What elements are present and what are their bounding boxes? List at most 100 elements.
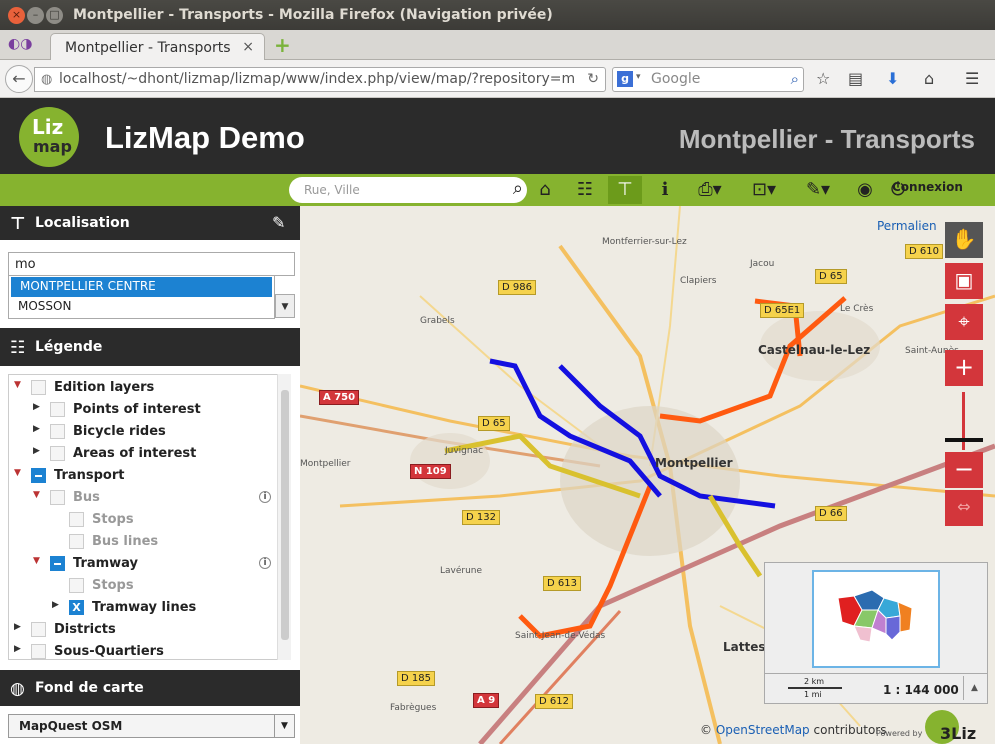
url-bar[interactable]: ◍ localhost/~dhont/lizmap/lizmap/www/ind…	[34, 67, 606, 92]
project-title: Montpellier - Transports	[678, 124, 975, 154]
window-close-button[interactable]: ×	[8, 7, 25, 24]
window-maximize-button[interactable]: □	[46, 7, 63, 24]
expand-arrow-icon[interactable]: ▼	[33, 490, 40, 500]
map-city-label: Montpellier	[655, 456, 733, 470]
expand-arrow-icon[interactable]: ▶	[33, 446, 40, 456]
downloads-icon[interactable]: ⬇	[886, 69, 899, 88]
osm-link[interactable]: OpenStreetMap	[716, 723, 810, 737]
print-icon[interactable]: ⎙▾	[688, 176, 732, 204]
google-icon: g	[617, 71, 633, 87]
road-label: D 185	[397, 671, 435, 686]
login-link[interactable]: Connexion	[892, 180, 963, 194]
expand-arrow-icon[interactable]: ▶	[52, 600, 59, 610]
search-icon[interactable]: ⌕	[513, 178, 523, 199]
road-label: D 613	[543, 576, 581, 591]
legend-scrollbar[interactable]	[277, 374, 291, 660]
scale-mi: 1 mi	[804, 690, 822, 699]
layer-checkbox[interactable]	[50, 424, 65, 439]
browser-tab[interactable]: Montpellier - Transports ×	[50, 33, 265, 61]
info-icon[interactable]: i	[259, 557, 271, 569]
dropdown-caret-icon[interactable]: ▼	[274, 715, 294, 737]
overview-district	[885, 615, 901, 641]
map-place-label: Saint-Jean-de-Védas	[515, 631, 606, 641]
zoom-box-icon[interactable]: ▣	[945, 263, 983, 299]
road-label: D 65E1	[760, 303, 805, 318]
legend-item-label: Districts	[54, 622, 116, 637]
edit-pencil-icon[interactable]: ✎▾	[796, 176, 840, 204]
road-label: D 65	[478, 416, 510, 431]
layer-checkbox[interactable]	[69, 578, 84, 593]
legend-item-label: Tramway	[73, 556, 139, 571]
window-minimize-button[interactable]: –	[27, 7, 44, 24]
reading-list-icon[interactable]: ▤	[848, 69, 863, 88]
layer-checkbox[interactable]	[31, 380, 46, 395]
localisation-input[interactable]: mo	[8, 252, 295, 276]
layer-checkbox[interactable]	[50, 446, 65, 461]
address-search-input[interactable]: Rue, Ville ⌕	[289, 177, 527, 203]
pan-arrows-icon[interactable]: ⇔	[945, 490, 983, 526]
reload-icon[interactable]: ↻	[587, 71, 599, 87]
expand-arrow-icon[interactable]: ▼	[33, 556, 40, 566]
overview-toggle-icon[interactable]: ▲	[963, 676, 985, 700]
threeliz-brand: 3Liz	[940, 724, 977, 743]
zoom-in-button[interactable]: +	[945, 350, 983, 386]
search-engine-caret-icon[interactable]: ▾	[636, 72, 641, 82]
dropdown-caret-icon[interactable]: ▼	[275, 294, 295, 318]
expand-arrow-icon[interactable]: ▶	[14, 644, 21, 654]
expand-arrow-icon[interactable]: ▼	[14, 380, 21, 390]
expand-arrow-icon[interactable]: ▶	[33, 402, 40, 412]
localisation-signpost-icon[interactable]: ⊤	[608, 176, 642, 204]
layer-checkbox[interactable]	[50, 402, 65, 417]
scrollbar-thumb[interactable]	[281, 390, 289, 640]
geolocate-crosshair-icon[interactable]: ⌖	[945, 304, 983, 340]
map-place-label: Jacou	[750, 259, 775, 269]
road-label: A 9	[473, 693, 500, 708]
permalink-link[interactable]: Permalien	[877, 219, 937, 233]
layer-checkbox[interactable]	[69, 512, 84, 527]
map-city-label: Castelnau-le-Lez	[758, 343, 871, 357]
erase-icon[interactable]: ✎	[272, 213, 285, 232]
zoom-out-button[interactable]: −	[945, 452, 983, 488]
legend-list-icon[interactable]: ☷	[568, 176, 602, 204]
private-browsing-icon: ◐◑	[8, 36, 33, 52]
map-place-label: Fabrègues	[390, 703, 437, 713]
expand-arrow-icon[interactable]: ▶	[14, 622, 21, 632]
new-tab-icon[interactable]: +	[274, 33, 291, 57]
basemap-panel-header: ◍ Fond de carte	[0, 670, 300, 706]
localisation-option[interactable]: MOSSON	[9, 297, 274, 317]
legend-item-label: Bus	[73, 490, 100, 505]
layer-checkbox[interactable]	[31, 622, 46, 637]
menu-icon[interactable]: ☰	[965, 69, 979, 88]
browser-search-input[interactable]: g ▾ Google ⌕	[612, 67, 804, 92]
road-label: D 986	[498, 280, 536, 295]
layer-checkbox[interactable]	[50, 556, 65, 571]
expand-arrow-icon[interactable]: ▶	[33, 424, 40, 434]
legend-panel-header: ☷ Légende	[0, 328, 300, 366]
info-icon[interactable]: i	[259, 491, 271, 503]
layer-checkbox[interactable]: X	[69, 600, 84, 615]
home-icon[interactable]: ⌂	[924, 69, 934, 88]
measure-icon[interactable]: ⊡▾	[742, 176, 786, 204]
zoom-slider-handle[interactable]	[945, 438, 983, 442]
bookmark-star-icon[interactable]: ☆	[816, 69, 830, 88]
home-icon[interactable]: ⌂	[528, 176, 562, 204]
overview-extent[interactable]	[812, 570, 940, 668]
pan-hand-icon[interactable]: ✋	[945, 222, 983, 258]
layer-checkbox[interactable]	[69, 534, 84, 549]
info-icon[interactable]: i	[648, 176, 682, 204]
tab-close-icon[interactable]: ×	[242, 39, 254, 55]
basemap-select[interactable]: MapQuest OSM ▼	[8, 714, 295, 738]
geolocate-icon[interactable]: ◉	[848, 176, 882, 204]
legend-item-label: Tramway lines	[92, 600, 197, 615]
attribution-prefix: ©	[700, 723, 712, 737]
expand-arrow-icon[interactable]: ▼	[14, 468, 21, 478]
back-arrow-icon[interactable]: ←	[5, 65, 33, 93]
layer-checkbox[interactable]	[50, 490, 65, 505]
layer-checkbox[interactable]	[31, 644, 46, 659]
window-title: Montpellier - Transports - Mozilla Firef…	[73, 7, 553, 23]
layer-checkbox[interactable]	[31, 468, 46, 483]
localisation-dropdown: MONTPELLIER CENTRE MOSSON	[8, 275, 275, 319]
search-icon[interactable]: ⌕	[791, 70, 799, 88]
legend-item-label: Stops	[92, 578, 134, 593]
localisation-option[interactable]: MONTPELLIER CENTRE	[11, 277, 272, 297]
